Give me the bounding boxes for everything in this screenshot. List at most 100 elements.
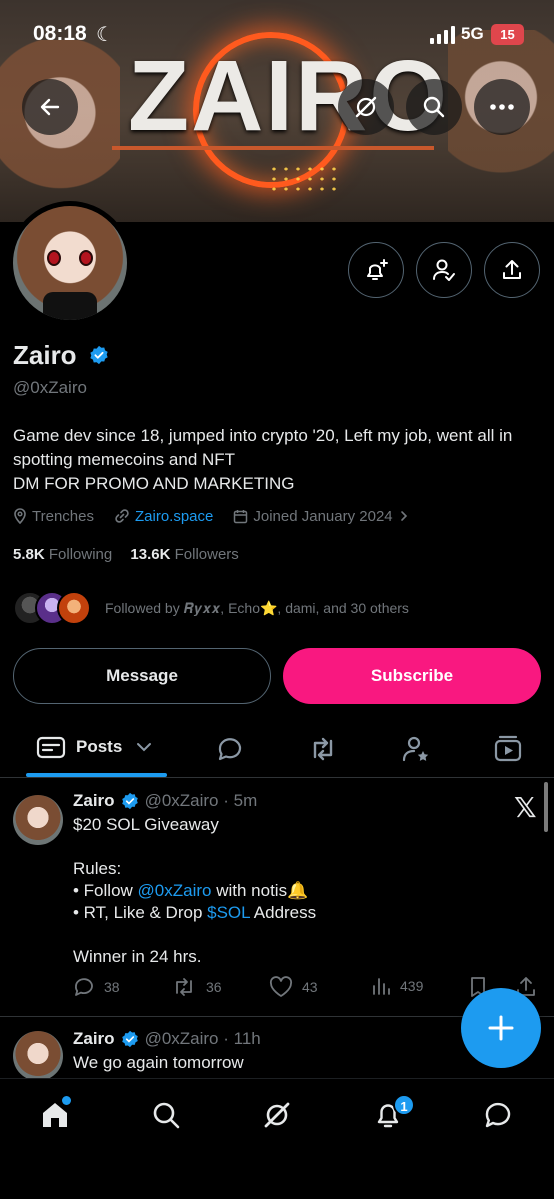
- nav-messages[interactable]: [480, 1097, 516, 1133]
- joined-date[interactable]: Joined January 2024: [233, 508, 413, 525]
- scrollbar[interactable]: [544, 782, 548, 832]
- tab-posts-label: Posts: [76, 737, 123, 756]
- tab-reposts[interactable]: [306, 732, 340, 766]
- bio-line: Game dev since 18, jumped into crypto '2…: [13, 426, 513, 445]
- chat-bubble-icon: [485, 1102, 511, 1128]
- profile-bio: Game dev since 18, jumped into crypto '2…: [13, 424, 543, 496]
- signal-icon: [430, 26, 455, 44]
- link-icon: [115, 509, 129, 523]
- repost-count: 36: [206, 979, 222, 995]
- followed-by-prefix: Followed by: [105, 599, 184, 616]
- post-author-handle: @0xZairo: [144, 1029, 219, 1048]
- posts-card-icon: [36, 736, 66, 759]
- bio-line: DM FOR PROMO AND MARKETING: [13, 474, 295, 493]
- post-time: 5m: [233, 791, 258, 810]
- post-line: • Follow @0xZairo with notis🔔: [73, 881, 309, 900]
- website[interactable]: Zairo.space: [114, 508, 213, 525]
- network-label: 5G: [461, 24, 484, 43]
- share-button[interactable]: [484, 242, 540, 298]
- post-author-name[interactable]: Zairo: [73, 791, 115, 811]
- nav-grok[interactable]: [259, 1097, 295, 1133]
- verified-badge-icon: [121, 1030, 138, 1048]
- followed-by-text: Followed by 𝑹𝒚𝒙𝒙, Echo⭐, dami, and 30 ot…: [105, 600, 409, 617]
- user-star-icon: [402, 736, 429, 762]
- followers-label: Followers: [174, 546, 239, 563]
- like-action[interactable]: 43: [269, 976, 318, 998]
- post-line: Rules:: [73, 859, 122, 878]
- avatar-image: [13, 206, 127, 320]
- follow-counts: 5.8K Following 13.6K Followers: [13, 546, 239, 563]
- notifications-badge: 1: [393, 1094, 415, 1116]
- notify-button[interactable]: [348, 242, 404, 298]
- nav-search[interactable]: [148, 1097, 184, 1133]
- search-button[interactable]: [406, 79, 462, 135]
- search-icon: [423, 96, 445, 118]
- bottom-navigation: 1: [0, 1078, 554, 1199]
- profile-handle: @0xZairo: [13, 378, 87, 397]
- post-avatar[interactable]: [13, 795, 63, 845]
- status-time: 08:18: [33, 22, 87, 45]
- tab-active-indicator: [26, 773, 167, 777]
- grok-icon: [264, 1102, 290, 1128]
- more-dots-icon: [490, 104, 514, 110]
- post-text: We go again tomorrow: [73, 1053, 244, 1072]
- post-author-handle: @0xZairo: [144, 791, 219, 810]
- profile-meta: Trenches Zairo.space Joined January 2024: [13, 506, 434, 526]
- tab-replies[interactable]: [213, 732, 247, 766]
- views-action[interactable]: 439: [371, 976, 423, 996]
- mention-link[interactable]: @0xZairo: [138, 881, 212, 900]
- grok-button[interactable]: [338, 79, 394, 135]
- post-header: Zairo @0xZairo · 11h: [73, 1029, 261, 1049]
- followers-count: 13.6K: [130, 546, 171, 563]
- location-label: Trenches: [32, 507, 94, 525]
- calendar-icon: [234, 509, 248, 523]
- reply-icon: [75, 978, 93, 996]
- followed-by-names: 𝑹𝒚𝒙𝒙, Echo⭐, dami, and 30 others: [183, 599, 409, 616]
- compose-post-button[interactable]: [461, 988, 541, 1068]
- tab-highlights[interactable]: [399, 732, 433, 766]
- views-count: 439: [400, 978, 424, 994]
- post-text: Rules: • Follow @0xZairo with notis🔔 • R…: [73, 858, 316, 924]
- repost-icon: [176, 978, 192, 996]
- search-icon: [153, 1102, 180, 1129]
- heart-icon: [269, 976, 293, 997]
- banner-sparkles: [268, 164, 338, 194]
- tab-media[interactable]: [491, 732, 525, 766]
- location: Trenches: [13, 508, 94, 525]
- banner-underline: [112, 146, 434, 150]
- profile-name: Zairo: [13, 340, 77, 370]
- followed-by[interactable]: Followed by 𝑹𝒚𝒙𝒙, Echo⭐, dami, and 30 ot…: [13, 588, 409, 628]
- message-button[interactable]: Message: [13, 648, 271, 704]
- arrow-left-icon: [40, 98, 60, 116]
- bio-line: spotting memecoins and NFT: [13, 450, 236, 469]
- more-button[interactable]: [474, 79, 530, 135]
- post-time: 11h: [233, 1029, 261, 1048]
- repost-icon: [313, 737, 333, 761]
- following-link[interactable]: 5.8K Following: [13, 546, 112, 563]
- profile-tabs: Posts: [0, 720, 554, 778]
- website-link[interactable]: Zairo.space: [135, 508, 213, 525]
- bell-plus-icon: [367, 259, 388, 280]
- follower-avatar: [57, 591, 91, 625]
- repost-action[interactable]: 36: [171, 976, 222, 998]
- post-text: $20 SOL Giveaway: [73, 814, 219, 836]
- home-unread-dot: [62, 1096, 71, 1105]
- grok-icon: [355, 96, 377, 118]
- post-author-name[interactable]: Zairo: [73, 1029, 115, 1049]
- chevron-right-icon: [400, 511, 407, 521]
- back-button[interactable]: [22, 79, 78, 135]
- x-logo-icon[interactable]: 𝕏: [514, 791, 537, 824]
- reply-action[interactable]: 38: [73, 976, 120, 998]
- followers-link[interactable]: 13.6K Followers: [130, 546, 238, 563]
- profile-avatar[interactable]: [8, 201, 132, 325]
- post-line: • RT, Like & Drop $SOL Address: [73, 903, 317, 922]
- verified-badge-icon: [121, 792, 138, 810]
- battery-icon: 15: [491, 24, 524, 45]
- subscribe-button[interactable]: Subscribe: [283, 648, 541, 704]
- post-avatar[interactable]: [13, 1031, 63, 1081]
- plus-icon: [488, 1015, 514, 1041]
- cashtag-link[interactable]: $SOL: [207, 903, 250, 922]
- tab-posts[interactable]: Posts: [36, 734, 152, 760]
- post-header: Zairo @0xZairo · 5m: [73, 791, 258, 811]
- following-status-button[interactable]: [416, 242, 472, 298]
